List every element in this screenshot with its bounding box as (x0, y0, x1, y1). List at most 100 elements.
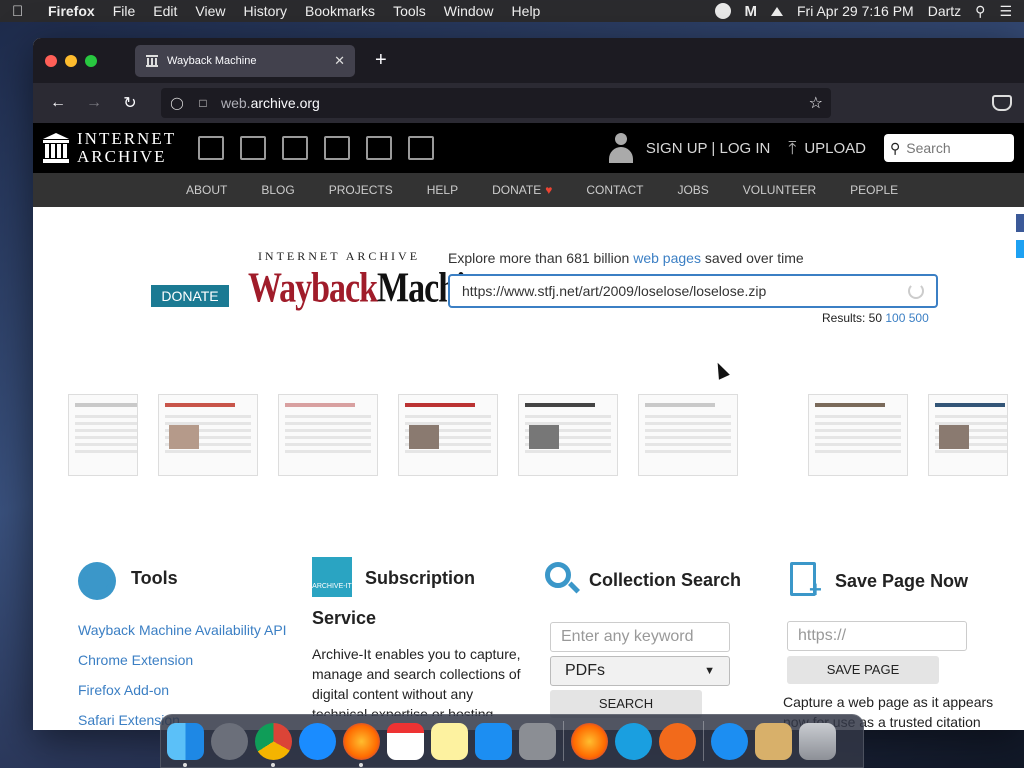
snapshot-thumbnail[interactable] (158, 394, 258, 476)
facebook-icon[interactable] (1016, 214, 1024, 232)
menu-app-firefox[interactable]: Firefox (48, 3, 95, 19)
firefox-icon[interactable] (343, 722, 380, 767)
upload-link[interactable]: UPLOAD (804, 140, 866, 157)
dock-separator (563, 721, 564, 761)
wayback-machine-logo[interactable]: INTERNET ARCHIVE WaybackMachine (248, 249, 498, 317)
control-center-icon[interactable]: ☰ (999, 3, 1012, 20)
notes-icon[interactable] (431, 722, 468, 760)
menu-user[interactable]: Dartz (928, 3, 961, 19)
close-tab-icon[interactable]: ✕ (334, 53, 345, 69)
save-page-button[interactable]: SAVE PAGE (787, 656, 939, 684)
snapshot-thumbnail[interactable] (68, 394, 138, 476)
results-100-link[interactable]: 100 (885, 311, 905, 325)
spotlight-search-icon[interactable]: ⚲ (975, 3, 985, 20)
texts-icon[interactable] (240, 136, 267, 160)
bookmark-star-icon[interactable]: ☆ (809, 93, 823, 113)
mouse-cursor-icon (712, 360, 730, 380)
menu-bookmarks[interactable]: Bookmarks (305, 3, 375, 19)
subscription-heading-line1: Subscription (365, 568, 476, 588)
subnav-jobs[interactable]: JOBS (677, 183, 708, 197)
results-500-link[interactable]: 500 (909, 311, 929, 325)
tab-wayback-machine[interactable]: Wayback Machine ✕ (135, 44, 355, 77)
calendar-icon[interactable] (387, 722, 424, 760)
lock-icon[interactable]: □ (195, 96, 211, 110)
web-icon[interactable] (198, 136, 225, 160)
subnav-blog[interactable]: BLOG (261, 183, 294, 197)
firefox-recent-icon[interactable] (571, 722, 608, 760)
finder-icon[interactable] (167, 722, 204, 767)
software-icon[interactable] (366, 136, 393, 160)
ia-search-box[interactable]: ⚲ Search (884, 134, 1014, 162)
gear-icon (78, 562, 116, 600)
menu-clock[interactable]: Fri Apr 29 7:16 PM (797, 3, 914, 19)
url-bar[interactable]: ◯ □ web. archive.org ☆ (161, 88, 831, 118)
subnav-contact[interactable]: CONTACT (586, 183, 643, 197)
collection-type-select[interactable]: PDFs ▼ (550, 656, 730, 686)
tools-heading: Tools (131, 568, 178, 588)
malwarebytes-icon[interactable] (615, 722, 652, 760)
donate-button[interactable]: DONATE (151, 285, 229, 307)
explore-suffix: saved over time (700, 250, 804, 266)
upload-icon[interactable]: ⤒ (788, 138, 796, 159)
subscription-heading-line2: Service (312, 608, 377, 628)
app-store-icon[interactable] (475, 722, 512, 760)
snapshot-thumbnail[interactable] (808, 394, 908, 476)
fullscreen-window-button[interactable] (85, 54, 97, 67)
malwarebytes-status-icon[interactable]: M (745, 3, 758, 20)
close-window-button[interactable] (45, 54, 57, 67)
minimize-window-button[interactable] (65, 54, 77, 67)
launchpad-icon[interactable] (211, 722, 248, 760)
twitter-icon[interactable] (1016, 240, 1024, 258)
downloads-folder-icon[interactable] (755, 722, 792, 760)
internet-archive-logo[interactable]: INTERNET ARCHIVE (43, 130, 176, 166)
menu-view[interactable]: View (195, 3, 225, 19)
audio-icon[interactable] (324, 136, 351, 160)
chrome-icon[interactable] (255, 722, 292, 767)
menu-help[interactable]: Help (512, 3, 541, 19)
new-tab-icon[interactable]: + (375, 49, 387, 72)
trash-icon[interactable] (799, 722, 836, 760)
availability-api-link[interactable]: Wayback Machine Availability API (78, 622, 308, 638)
snapshot-thumbnail[interactable] (398, 394, 498, 476)
subnav-people[interactable]: PEOPLE (850, 183, 898, 197)
subnav-about[interactable]: ABOUT (186, 183, 227, 197)
magnifier-icon (545, 562, 571, 588)
subnav-projects[interactable]: PROJECTS (329, 183, 393, 197)
snapshot-thumbnail[interactable] (518, 394, 618, 476)
firefox-addon-link[interactable]: Firefox Add-on (78, 682, 308, 698)
menu-file[interactable]: File (113, 3, 136, 19)
subnav-donate[interactable]: DONATE ♥ (492, 183, 552, 197)
accessibility-status-icon[interactable] (714, 3, 731, 19)
menu-window[interactable]: Window (444, 3, 494, 19)
web-pages-link[interactable]: web pages (633, 250, 701, 266)
signup-login-link[interactable]: SIGN UP | LOG IN (646, 140, 770, 157)
snapshot-thumbnail[interactable] (928, 394, 1008, 476)
save-page-url-input[interactable]: https:// (787, 621, 967, 651)
user-avatar-icon[interactable] (608, 133, 634, 163)
system-preferences-icon[interactable] (519, 722, 556, 760)
avast-icon[interactable] (659, 722, 696, 760)
eject-status-icon[interactable] (771, 6, 783, 16)
url-subdomain: web. (221, 95, 251, 111)
subnav-help[interactable]: HELP (427, 183, 458, 197)
menu-tools[interactable]: Tools (393, 3, 426, 19)
apple-menu-icon[interactable]:  (12, 3, 30, 20)
menu-edit[interactable]: Edit (153, 3, 177, 19)
menu-history[interactable]: History (243, 3, 287, 19)
applications-folder-icon[interactable] (711, 722, 748, 760)
pocket-icon[interactable] (992, 95, 1012, 111)
forward-arrow-icon[interactable]: → (81, 94, 107, 112)
chrome-extension-link[interactable]: Chrome Extension (78, 652, 308, 668)
tracking-shield-icon[interactable]: ◯ (169, 96, 185, 110)
reload-icon[interactable]: ↻ (117, 93, 143, 113)
snapshot-thumbnail[interactable] (638, 394, 738, 476)
back-arrow-icon[interactable]: ← (45, 94, 71, 112)
snapshot-thumbnails (68, 394, 1008, 478)
subnav-volunteer[interactable]: VOLUNTEER (743, 183, 816, 197)
snapshot-thumbnail[interactable] (278, 394, 378, 476)
images-icon[interactable] (408, 136, 435, 160)
wayback-url-input[interactable]: https://www.stfj.net/art/2009/loselose/l… (448, 274, 938, 308)
collection-keyword-input[interactable]: Enter any keyword (550, 622, 730, 652)
video-icon[interactable] (282, 136, 309, 160)
safari-icon[interactable] (299, 722, 336, 760)
